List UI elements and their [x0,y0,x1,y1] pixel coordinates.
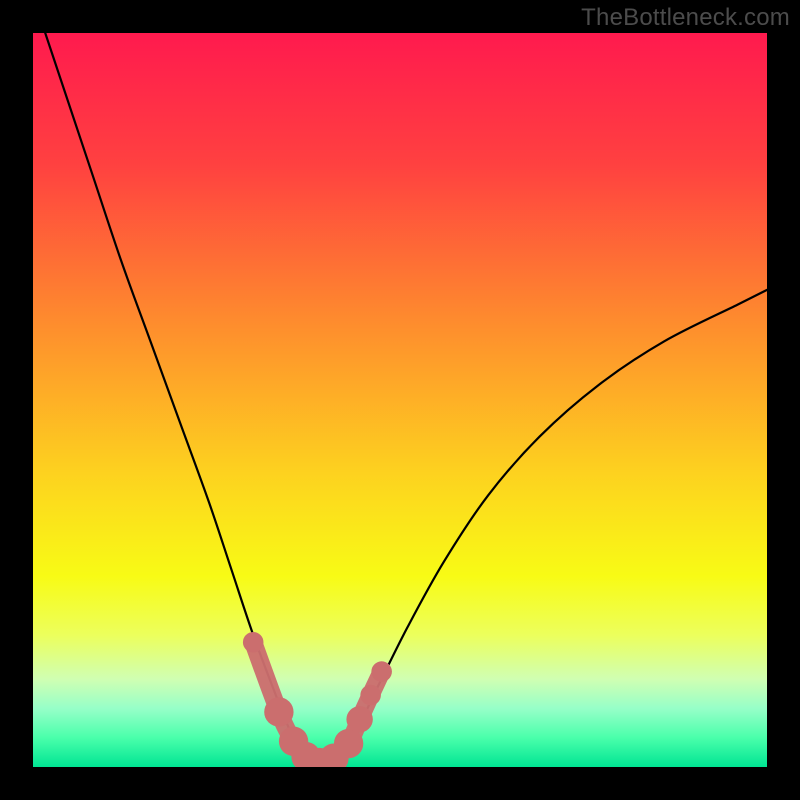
highlight-dot [371,661,392,682]
watermark-text: TheBottleneck.com [581,4,790,32]
chart-frame: TheBottleneck.com [0,0,800,800]
plot-area [33,33,767,767]
chart-background [33,33,767,767]
highlight-dot [360,685,381,706]
chart-svg [33,33,767,767]
highlight-dot [346,706,372,732]
highlight-dot [243,632,264,653]
highlight-dot [334,729,363,758]
highlight-dot [264,697,293,726]
